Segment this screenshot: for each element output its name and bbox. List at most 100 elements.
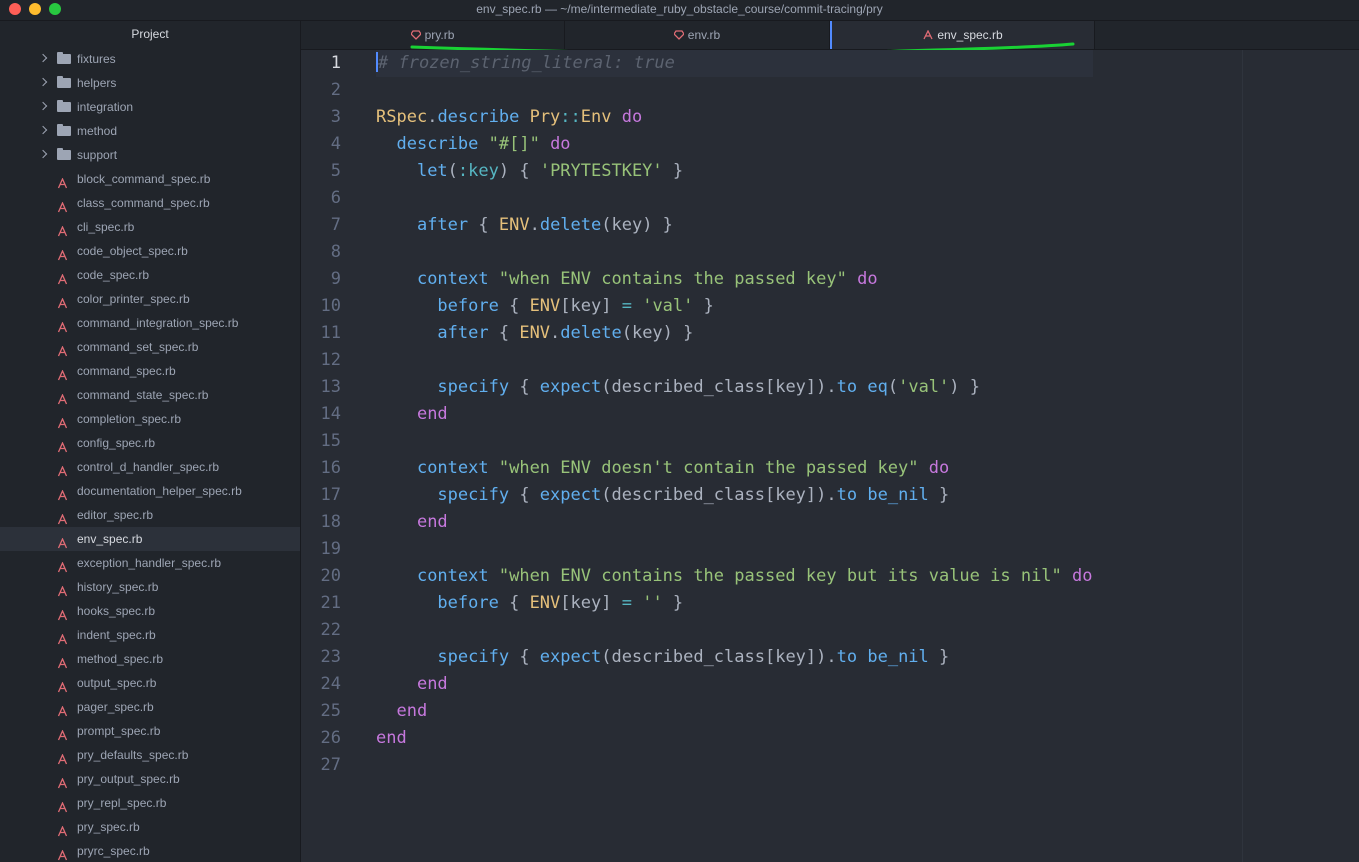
file-command-set-spec-rb[interactable]: command_set_spec.rb <box>0 335 300 359</box>
rspec-icon <box>57 629 68 645</box>
window-maximize-button[interactable] <box>49 3 61 15</box>
file-output-spec-rb[interactable]: output_spec.rb <box>0 671 300 695</box>
rspec-icon <box>57 653 68 669</box>
file-code-object-spec-rb[interactable]: code_object_spec.rb <box>0 239 300 263</box>
code-line[interactable]: end <box>376 401 1093 428</box>
file-code-spec-rb[interactable]: code_spec.rb <box>0 263 300 287</box>
rspec-icon <box>57 581 68 597</box>
line-number: 16 <box>320 458 341 478</box>
code-line[interactable]: context "when ENV doesn't contain the pa… <box>376 455 1093 482</box>
folder-helpers[interactable]: helpers <box>0 71 300 95</box>
rspec-icon <box>57 221 68 237</box>
line-number: 6 <box>330 188 341 208</box>
file-label: documentation_helper_spec.rb <box>77 484 242 498</box>
code-line[interactable] <box>376 347 1093 374</box>
chevron-right-icon <box>38 149 48 159</box>
folder-method[interactable]: method <box>0 119 300 143</box>
file-config-spec-rb[interactable]: config_spec.rb <box>0 431 300 455</box>
line-number: 17 <box>320 485 341 505</box>
folder-fixtures[interactable]: fixtures <box>0 47 300 71</box>
code-line[interactable]: end <box>376 725 1093 752</box>
file-label: command_spec.rb <box>77 364 176 378</box>
rspec-icon <box>57 821 68 837</box>
code-line[interactable]: let(:key) { 'PRYTESTKEY' } <box>376 158 1093 185</box>
file-editor-spec-rb[interactable]: editor_spec.rb <box>0 503 300 527</box>
chevron-right-icon <box>38 125 48 135</box>
file-completion-spec-rb[interactable]: completion_spec.rb <box>0 407 300 431</box>
folder-support[interactable]: support <box>0 143 300 167</box>
file-hooks-spec-rb[interactable]: hooks_spec.rb <box>0 599 300 623</box>
code-line[interactable] <box>376 77 1093 104</box>
file-control-d-handler-spec-rb[interactable]: control_d_handler_spec.rb <box>0 455 300 479</box>
file-documentation-helper-spec-rb[interactable]: documentation_helper_spec.rb <box>0 479 300 503</box>
code-line[interactable] <box>376 428 1093 455</box>
line-number: 24 <box>320 674 341 694</box>
file-indent-spec-rb[interactable]: indent_spec.rb <box>0 623 300 647</box>
folder-integration[interactable]: integration <box>0 95 300 119</box>
line-number: 27 <box>320 755 341 775</box>
code-line[interactable]: end <box>376 509 1093 536</box>
file-command-integration-spec-rb[interactable]: command_integration_spec.rb <box>0 311 300 335</box>
window-close-button[interactable] <box>9 3 21 15</box>
code-line[interactable]: context "when ENV contains the passed ke… <box>376 266 1093 293</box>
file-cli-spec-rb[interactable]: cli_spec.rb <box>0 215 300 239</box>
line-number: 11 <box>320 323 341 343</box>
code-line[interactable] <box>376 752 1093 779</box>
file-label: indent_spec.rb <box>77 628 156 642</box>
file-label: pryrc_spec.rb <box>77 844 150 858</box>
tab-env-spec-rb[interactable]: env_spec.rb <box>830 21 1095 49</box>
file-method-spec-rb[interactable]: method_spec.rb <box>0 647 300 671</box>
file-class-command-spec-rb[interactable]: class_command_spec.rb <box>0 191 300 215</box>
window-minimize-button[interactable] <box>29 3 41 15</box>
file-label: completion_spec.rb <box>77 412 182 426</box>
code-line[interactable]: specify { expect(described_class[key]).t… <box>376 644 1093 671</box>
file-command-spec-rb[interactable]: command_spec.rb <box>0 359 300 383</box>
code-line[interactable] <box>376 185 1093 212</box>
file-pry-output-spec-rb[interactable]: pry_output_spec.rb <box>0 767 300 791</box>
code-line[interactable]: before { ENV[key] = 'val' } <box>376 293 1093 320</box>
code-line[interactable] <box>376 617 1093 644</box>
code-editor[interactable]: 1 2 3 4 5 6 7 8 9 10 11 12 13 14 15 16 17 18 19 20 21 22 23 24 2… <box>301 50 1359 862</box>
file-pry-repl-spec-rb[interactable]: pry_repl_spec.rb <box>0 791 300 815</box>
tab-pry-rb[interactable]: pry.rb <box>301 21 565 49</box>
file-prompt-spec-rb[interactable]: prompt_spec.rb <box>0 719 300 743</box>
file-color-printer-spec-rb[interactable]: color_printer_spec.rb <box>0 287 300 311</box>
code-line[interactable]: after { ENV.delete(key) } <box>376 320 1093 347</box>
code-line[interactable]: # frozen_string_literal: true <box>376 50 1093 77</box>
file-block-command-spec-rb[interactable]: block_command_spec.rb <box>0 167 300 191</box>
code-line[interactable]: end <box>376 698 1093 725</box>
code-line[interactable]: context "when ENV contains the passed ke… <box>376 563 1093 590</box>
file-exception-handler-spec-rb[interactable]: exception_handler_spec.rb <box>0 551 300 575</box>
code-line[interactable]: before { ENV[key] = '' } <box>376 590 1093 617</box>
file-pryrc-spec-rb[interactable]: pryrc_spec.rb <box>0 839 300 862</box>
rspec-icon <box>57 557 68 573</box>
rspec-icon <box>57 173 68 189</box>
chevron-right-icon <box>38 101 48 111</box>
code-area[interactable]: # frozen_string_literal: true RSpec.descr… <box>376 50 1093 779</box>
code-line[interactable]: end <box>376 671 1093 698</box>
file-env-spec-rb[interactable]: env_spec.rb <box>0 527 300 551</box>
rspec-icon <box>57 413 68 429</box>
code-line[interactable] <box>376 239 1093 266</box>
tab-env-rb[interactable]: env.rb <box>565 21 830 49</box>
code-line[interactable]: specify { expect(described_class[key]).t… <box>376 482 1093 509</box>
file-label: command_integration_spec.rb <box>77 316 239 330</box>
rspec-icon <box>57 365 68 381</box>
file-label: class_command_spec.rb <box>77 196 210 210</box>
code-line[interactable]: after { ENV.delete(key) } <box>376 212 1093 239</box>
file-label: block_command_spec.rb <box>77 172 211 186</box>
file-pry-spec-rb[interactable]: pry_spec.rb <box>0 815 300 839</box>
code-line[interactable] <box>376 536 1093 563</box>
file-command-state-spec-rb[interactable]: command_state_spec.rb <box>0 383 300 407</box>
file-history-spec-rb[interactable]: history_spec.rb <box>0 575 300 599</box>
code-line[interactable]: specify { expect(described_class[key]).t… <box>376 374 1093 401</box>
line-number: 26 <box>320 728 341 748</box>
file-label: editor_spec.rb <box>77 508 154 522</box>
rspec-icon <box>57 389 68 405</box>
file-pry-defaults-spec-rb[interactable]: pry_defaults_spec.rb <box>0 743 300 767</box>
tab-label: env_spec.rb <box>937 28 1003 42</box>
code-line[interactable]: describe "#[]" do <box>376 131 1093 158</box>
file-label: output_spec.rb <box>77 676 157 690</box>
code-line[interactable]: RSpec.describe Pry::Env do <box>376 104 1093 131</box>
file-pager-spec-rb[interactable]: pager_spec.rb <box>0 695 300 719</box>
